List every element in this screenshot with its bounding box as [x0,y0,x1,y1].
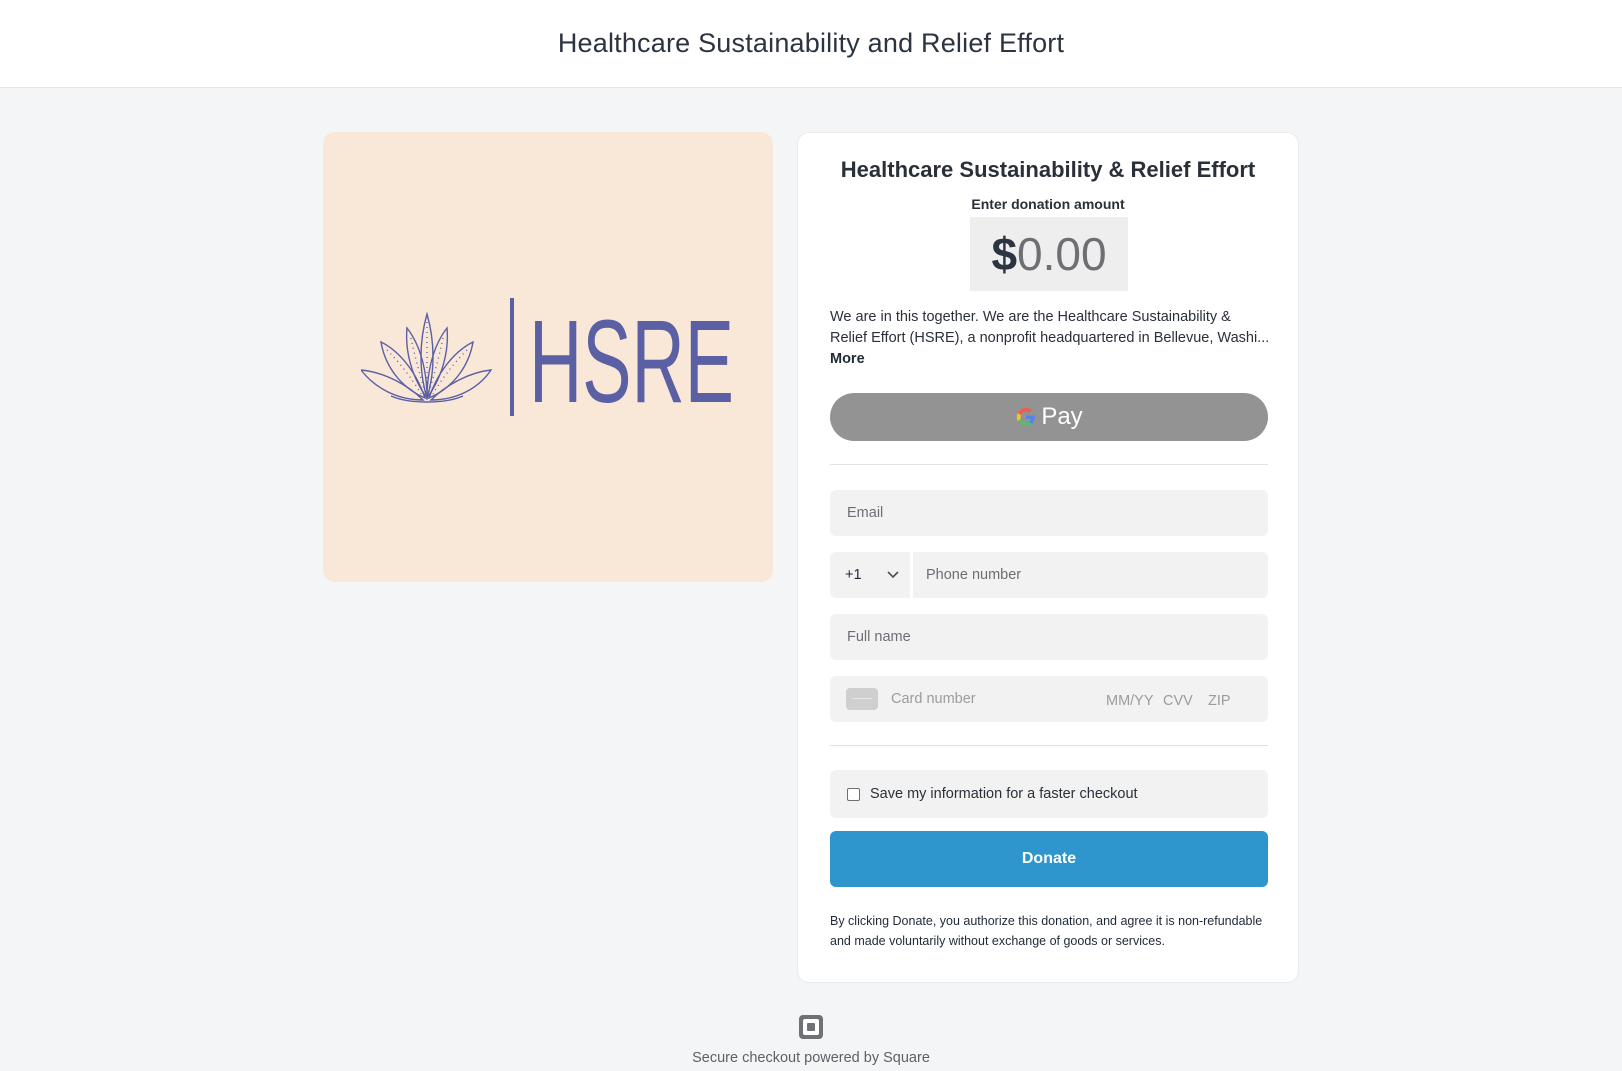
page-title: Healthcare Sustainability and Relief Eff… [557,28,1065,58]
donation-form-card: Healthcare Sustainability & Relief Effor… [797,132,1299,983]
chevron-down-icon [887,571,899,579]
zip-placeholder: ZIP [1208,693,1231,709]
full-name-field[interactable]: Full name [830,614,1268,660]
google-pay-button[interactable]: Pay [830,393,1268,441]
save-info-label: Save my information for a faster checkou… [870,786,1138,802]
lotus-icon [361,311,493,403]
footer-text: Secure checkout powered by Square [692,1050,930,1066]
amount-value: 0.00 [1017,228,1107,280]
currency-symbol: $ [991,228,1018,280]
logo-divider [510,298,514,416]
amount-input[interactable]: $ 0.00 [970,217,1128,291]
google-g-icon [1017,407,1036,427]
logo-text: HSRE [529,296,734,422]
save-info-checkbox[interactable] [847,787,860,801]
expiry-placeholder: MM/YY [1106,693,1154,709]
email-field[interactable]: Email [830,490,1268,536]
phone-placeholder: Phone number [926,567,1022,583]
description: We are in this together. We are the Heal… [830,307,1270,349]
cvv-placeholder: CVV [1163,693,1193,709]
country-code-value: +1 [845,567,862,583]
divider [830,745,1268,746]
card-field[interactable]: Card number MM/YY CVV ZIP [830,676,1268,722]
square-logo-icon [799,1015,823,1039]
organization-title: Healthcare Sustainability & Relief Effor… [840,157,1256,182]
country-code-select[interactable]: +1 [830,552,910,598]
top-bar: Healthcare Sustainability and Relief Eff… [0,0,1622,88]
amount-label: Enter donation amount [971,196,1125,212]
google-pay-label: Pay [1041,403,1083,430]
donate-button[interactable]: Donate [830,831,1268,887]
more-link[interactable]: More [830,351,865,367]
email-placeholder: Email [847,505,884,521]
phone-field[interactable]: Phone number [913,552,1268,598]
credit-card-icon [846,688,878,710]
card-number-placeholder: Card number [891,691,976,707]
logo-card: HSRE [323,132,773,582]
description-line-1: We are in this together. We are the Heal… [830,309,1231,325]
hsre-logo: HSRE [361,296,734,422]
full-name-placeholder: Full name [847,629,911,645]
description-line-2: Relief Effort (HSRE), a nonprofit headqu… [830,330,1270,346]
save-info-row[interactable]: Save my information for a faster checkou… [830,770,1268,818]
divider [830,464,1268,465]
legal-text: By clicking Donate, you authorize this d… [830,914,1263,948]
